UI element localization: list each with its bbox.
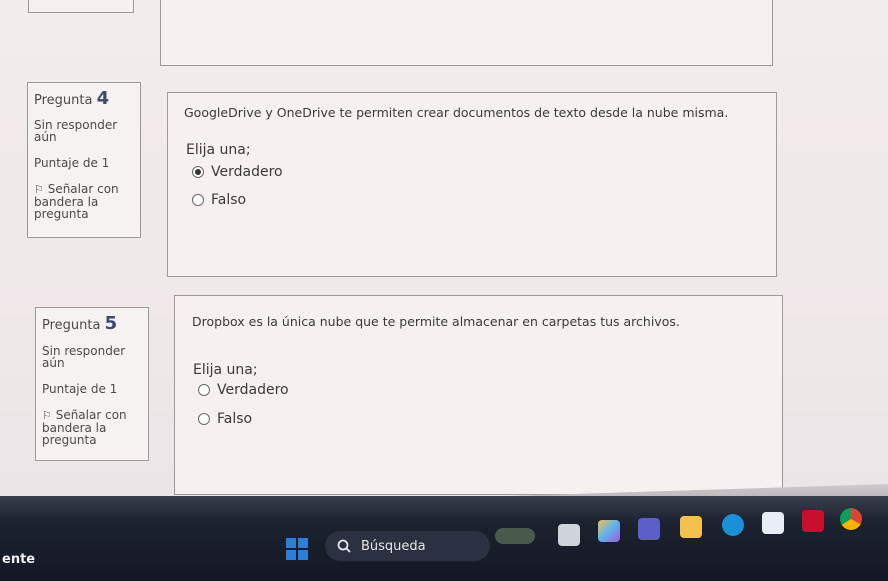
question-4-flag-link[interactable]: ⚐ Señalar con bandera la pregunta bbox=[34, 183, 134, 220]
question-5-option-falso[interactable]: Falso bbox=[198, 411, 252, 427]
previous-info-box bbox=[28, 0, 134, 13]
windows-start-icon[interactable] bbox=[286, 538, 308, 560]
radio-icon[interactable] bbox=[198, 413, 210, 425]
question-4-option-falso[interactable]: Falso bbox=[192, 192, 246, 208]
chrome-icon[interactable] bbox=[840, 508, 862, 530]
question-4-prompt: Elija una; bbox=[186, 142, 251, 158]
radio-selected-icon[interactable] bbox=[192, 166, 204, 178]
question-5-text: Dropbox es la única nube que te permite … bbox=[192, 314, 680, 329]
question-5-info: Pregunta 5 Sin responder aún Puntaje de … bbox=[35, 307, 149, 461]
question-4-option-verdadero[interactable]: Verdadero bbox=[192, 164, 283, 180]
file-explorer-icon[interactable] bbox=[680, 516, 702, 538]
taskbar-left-text: ente bbox=[2, 552, 36, 567]
previous-question-box bbox=[160, 0, 773, 66]
question-4-score: Puntaje de 1 bbox=[34, 156, 110, 170]
mcafee-icon[interactable] bbox=[802, 510, 824, 532]
taskbar-search[interactable]: Búsqueda bbox=[325, 531, 490, 561]
copilot-icon[interactable] bbox=[598, 520, 620, 542]
question-5-prompt: Elija una; bbox=[193, 362, 258, 378]
question-5-status: Sin responder aún bbox=[42, 344, 126, 370]
task-view-icon[interactable] bbox=[558, 524, 580, 546]
radio-icon[interactable] bbox=[192, 194, 204, 206]
question-5-option-verdadero[interactable]: Verdadero bbox=[198, 382, 289, 398]
search-icon bbox=[337, 539, 351, 553]
radio-icon[interactable] bbox=[198, 384, 210, 396]
store-icon[interactable] bbox=[762, 512, 784, 534]
edge-icon[interactable] bbox=[722, 514, 744, 536]
widgets-icon[interactable] bbox=[495, 528, 535, 544]
question-4-text: GoogleDrive y OneDrive te permiten crear… bbox=[184, 105, 729, 120]
question-4-heading: Pregunta 4 bbox=[34, 88, 110, 109]
teams-icon[interactable] bbox=[638, 518, 660, 540]
question-5-flag-link[interactable]: ⚐ Señalar con bandera la pregunta bbox=[42, 409, 142, 446]
question-4-info: Pregunta 4 Sin responder aún Puntaje de … bbox=[27, 82, 141, 238]
question-5-score: Puntaje de 1 bbox=[42, 382, 118, 396]
question-5-heading: Pregunta 5 bbox=[42, 313, 118, 334]
question-4-status: Sin responder aún bbox=[34, 118, 118, 144]
